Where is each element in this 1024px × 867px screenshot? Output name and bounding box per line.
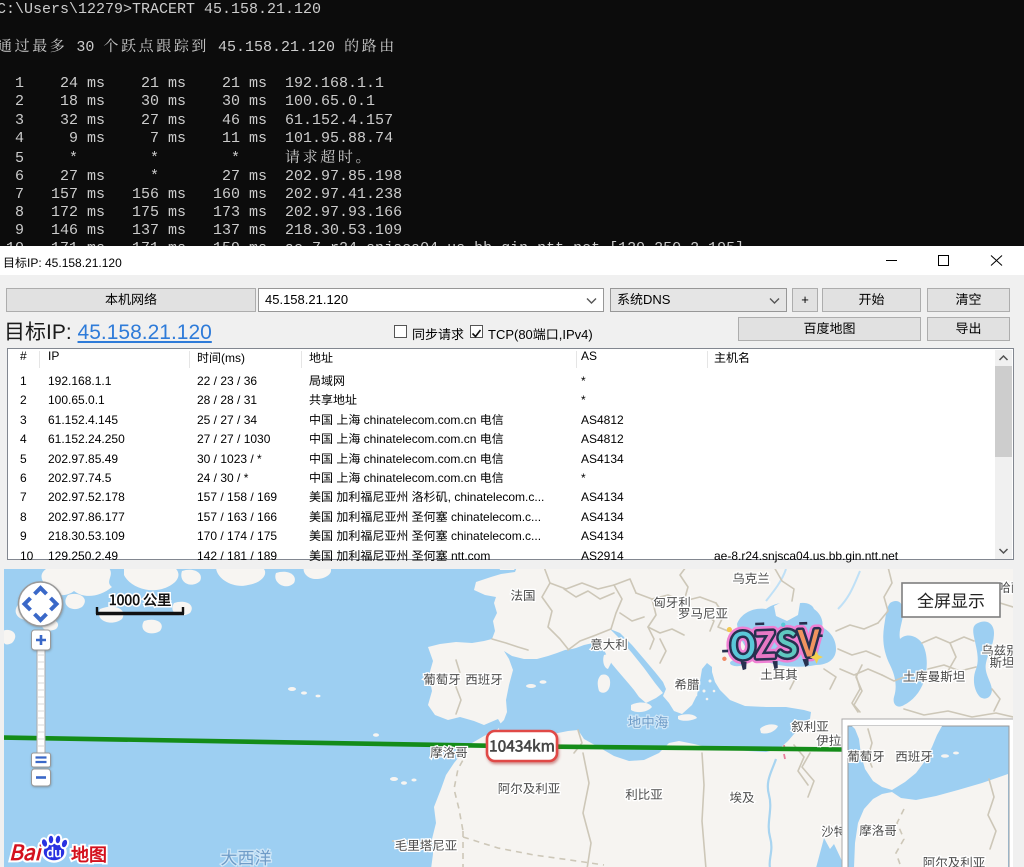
svg-text:Bai: Bai (9, 837, 44, 867)
svg-text:利比亚: 利比亚 (625, 784, 663, 803)
svg-text:毛里塔尼亚: 毛里塔尼亚 (395, 835, 458, 854)
svg-text:地图: 地图 (71, 841, 107, 867)
svg-text:S: S (776, 616, 799, 668)
svg-text:葡萄牙: 葡萄牙 (423, 669, 461, 688)
svg-text:大西洋: 大西洋 (221, 844, 272, 867)
svg-text:斯坦: 斯坦 (989, 652, 1013, 671)
svg-text:乌克兰: 乌克兰 (732, 569, 770, 587)
svg-text:西班牙: 西班牙 (895, 746, 933, 765)
svg-text:du: du (47, 842, 62, 861)
svg-text:意大利: 意大利 (590, 634, 628, 653)
svg-text:希腊: 希腊 (674, 674, 700, 693)
svg-text:1000 公里: 1000 公里 (109, 590, 171, 610)
svg-text:葡萄牙: 葡萄牙 (847, 746, 885, 765)
svg-text:阿尔及利亚: 阿尔及利亚 (498, 778, 561, 797)
svg-text:土库曼斯坦: 土库曼斯坦 (903, 666, 966, 685)
svg-text:法国: 法国 (510, 585, 535, 604)
svg-text:地中海: 地中海 (628, 711, 669, 731)
svg-text:摩洛哥: 摩洛哥 (430, 742, 468, 761)
svg-text:全屏显示: 全屏显示 (917, 587, 985, 612)
svg-text:西班牙: 西班牙 (465, 669, 503, 688)
svg-text:阿尔及利亚: 阿尔及利亚 (923, 852, 986, 867)
svg-text:罗马尼亚: 罗马尼亚 (678, 603, 728, 622)
svg-text:10434km: 10434km (489, 735, 555, 757)
svg-text:埃及: 埃及 (729, 787, 755, 806)
svg-text:摩洛哥: 摩洛哥 (859, 820, 897, 839)
